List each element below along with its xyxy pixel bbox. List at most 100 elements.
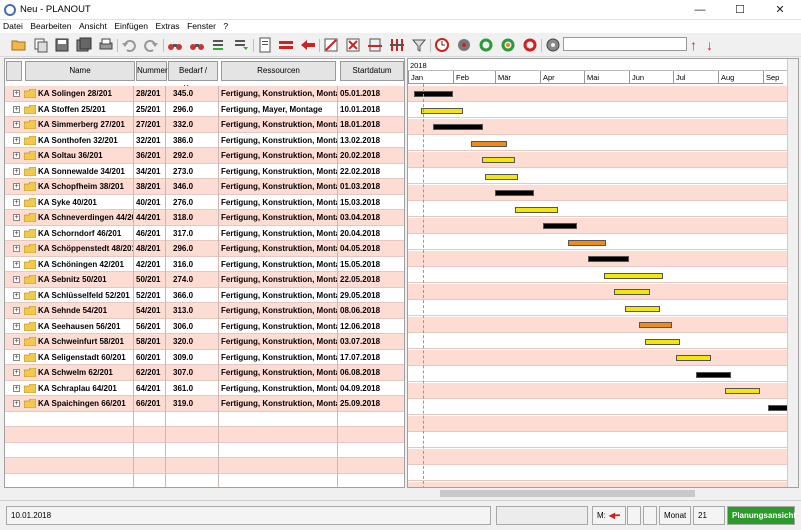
table-row[interactable]: + KA Syke 40/201 40/201 276.0 Fertigung, Kon… <box>5 194 404 210</box>
gantt-bar[interactable] <box>588 256 629 262</box>
gantt-bar[interactable] <box>725 388 761 394</box>
table-row[interactable]: + KA Schneverdingen 44/201 44/201 318.0 Fert… <box>5 210 404 226</box>
undo-icon[interactable] <box>121 37 137 53</box>
expand-icon[interactable]: + <box>13 353 20 361</box>
gantt-horizontal-scrollbar[interactable] <box>407 488 799 499</box>
table-row[interactable]: + KA Stoffen 25/201 25/201 296.0 Fertigung, … <box>5 101 404 117</box>
table-row[interactable]: + KA Sonthofen 32/201 32/201 386.0 Fertigung… <box>5 132 404 148</box>
expand-icon[interactable]: + <box>13 183 20 190</box>
expand-icon[interactable]: + <box>13 369 20 376</box>
expand-icon[interactable]: + <box>13 105 20 113</box>
gantt-bar[interactable] <box>484 173 519 180</box>
refresh-red-icon[interactable] <box>522 37 538 53</box>
table-row[interactable]: + KA Schorndorf 46/201 46/201 317.0 Fertigun… <box>5 225 404 241</box>
menu-help[interactable]: ? <box>223 20 228 33</box>
gantt-bar[interactable] <box>614 289 650 295</box>
table-row[interactable]: + KA Sebnitz 50/201 50/201 274.0 Fertigung, … <box>5 272 404 288</box>
bars-columns-icon[interactable] <box>389 37 405 53</box>
arrow-left-red-icon[interactable]: ◀━ <box>609 511 620 520</box>
document-scan-icon[interactable] <box>367 37 383 53</box>
menu-bearbeiten[interactable]: Bearbeiten <box>30 20 71 33</box>
binoculars-next-icon[interactable] <box>189 37 205 53</box>
gantt-bar[interactable] <box>515 206 558 213</box>
table-row[interactable]: + KA Schopfheim 38/201 38/201 346.0 Fertigun… <box>5 179 404 195</box>
refresh-orange-icon[interactable] <box>500 37 516 53</box>
expand-icon[interactable]: + <box>13 307 20 314</box>
expand-icon[interactable]: + <box>13 276 20 283</box>
table-row[interactable]: + KA Solingen 28/201 28/201 345.0 Fertigung,… <box>5 86 404 102</box>
gantt-bar[interactable] <box>675 355 711 361</box>
arrow-left-red-icon[interactable] <box>300 37 316 53</box>
gantt-bar[interactable] <box>567 239 606 246</box>
table-row[interactable]: + KA Soltau 36/201 36/201 292.0 Fertigung, K… <box>5 148 404 164</box>
expand-icon[interactable]: + <box>13 214 20 221</box>
gantt-bar[interactable] <box>696 371 732 378</box>
gantt-bar[interactable] <box>481 157 516 163</box>
gantt-bar[interactable] <box>604 272 663 279</box>
gantt-bar[interactable] <box>542 223 577 229</box>
refresh-green-icon[interactable] <box>478 37 494 53</box>
menu-einfuegen[interactable]: Einfügen <box>114 20 148 33</box>
arrow-down-icon[interactable]: ↓ <box>706 37 722 53</box>
redo-icon[interactable] <box>143 37 159 53</box>
document-icon[interactable] <box>257 37 273 53</box>
chart-delete-icon[interactable] <box>345 37 361 53</box>
arrow-up-icon[interactable]: ↑ <box>690 37 706 53</box>
expand-icon[interactable]: + <box>13 167 20 175</box>
table-row[interactable]: + KA Schlüsselfeld 52/201 52/201 366.0 Ferti… <box>5 287 404 303</box>
edit-chart-icon[interactable] <box>323 37 339 53</box>
gantt-bar[interactable] <box>471 140 507 147</box>
gear-cluster-icon[interactable] <box>456 37 472 53</box>
table-row[interactable]: + KA Simmerberg 27/201 27/201 332.0 Fertigun… <box>5 117 404 133</box>
menu-extras[interactable]: Extras <box>155 20 179 33</box>
row-selector-header[interactable] <box>6 61 22 81</box>
expand-icon[interactable]: + <box>13 121 20 128</box>
scroll-thumb[interactable] <box>440 490 695 497</box>
gantt-bar[interactable] <box>624 305 660 312</box>
maximize-button[interactable]: ☐ <box>720 0 760 20</box>
planning-view-button[interactable]: Planungsansicht <box>727 506 796 525</box>
binoculars-icon[interactable] <box>167 37 183 53</box>
expand-icon[interactable]: + <box>13 198 20 206</box>
minimize-button[interactable]: — <box>680 0 720 20</box>
gantt-bar[interactable] <box>421 107 464 114</box>
table-row[interactable]: + KA Sonnewalde 34/201 34/201 273.0 Fertigun… <box>5 163 404 179</box>
search-input[interactable] <box>563 37 687 51</box>
expand-icon[interactable]: + <box>13 136 20 144</box>
list-edit-icon[interactable] <box>211 37 227 53</box>
expand-icon[interactable]: + <box>13 90 20 97</box>
list-move-icon[interactable] <box>233 37 249 53</box>
table-row[interactable]: + KA Seehausen 56/201 56/201 306.0 Fertigung… <box>5 318 404 334</box>
column-header-startdatum[interactable]: Startdatum <box>340 61 404 81</box>
copy-icon[interactable] <box>33 37 49 53</box>
gantt-bar[interactable] <box>639 322 672 328</box>
table-row[interactable]: + KA Schöppenstedt 48/201 48/201 296.0 Ferti… <box>5 241 404 257</box>
print-icon[interactable] <box>98 37 114 53</box>
menu-fenster[interactable]: Fenster <box>187 20 216 33</box>
column-header-ressourcen[interactable]: Ressourcen <box>221 61 336 81</box>
column-header-name[interactable]: Name <box>25 61 135 81</box>
expand-icon[interactable]: + <box>13 291 20 299</box>
column-header-nummer[interactable]: Nummer <box>136 61 168 81</box>
gantt-vertical-scrollbar[interactable] <box>787 59 798 487</box>
settings-gear-icon[interactable] <box>545 37 561 53</box>
table-row[interactable]: + KA Seligenstadt 60/201 60/201 309.0 Fertig… <box>5 349 404 365</box>
close-button[interactable]: ✕ <box>760 0 800 20</box>
menu-ansicht[interactable]: Ansicht <box>79 20 107 33</box>
expand-icon[interactable]: + <box>13 260 20 268</box>
expand-icon[interactable]: + <box>13 229 20 237</box>
expand-icon[interactable]: + <box>13 322 20 330</box>
expand-icon[interactable]: + <box>13 245 20 252</box>
table-row[interactable]: + KA Sehnde 54/201 54/201 313.0 Fertigung, K… <box>5 303 404 319</box>
bar-red-icon[interactable] <box>278 37 294 53</box>
expand-icon[interactable]: + <box>13 384 20 392</box>
clock-icon[interactable] <box>434 37 450 53</box>
expand-icon[interactable]: + <box>13 400 20 407</box>
save-icon[interactable] <box>54 37 70 53</box>
table-row[interactable]: + KA Schwelm 62/201 62/201 307.0 Fertigung, … <box>5 365 404 381</box>
save-all-icon[interactable] <box>76 37 92 53</box>
gantt-bar[interactable] <box>495 190 535 196</box>
gantt-bar[interactable] <box>413 91 453 97</box>
gantt-bar[interactable] <box>645 338 681 345</box>
column-header-bedarf[interactable]: Bedarf / Kum. <box>168 61 218 93</box>
